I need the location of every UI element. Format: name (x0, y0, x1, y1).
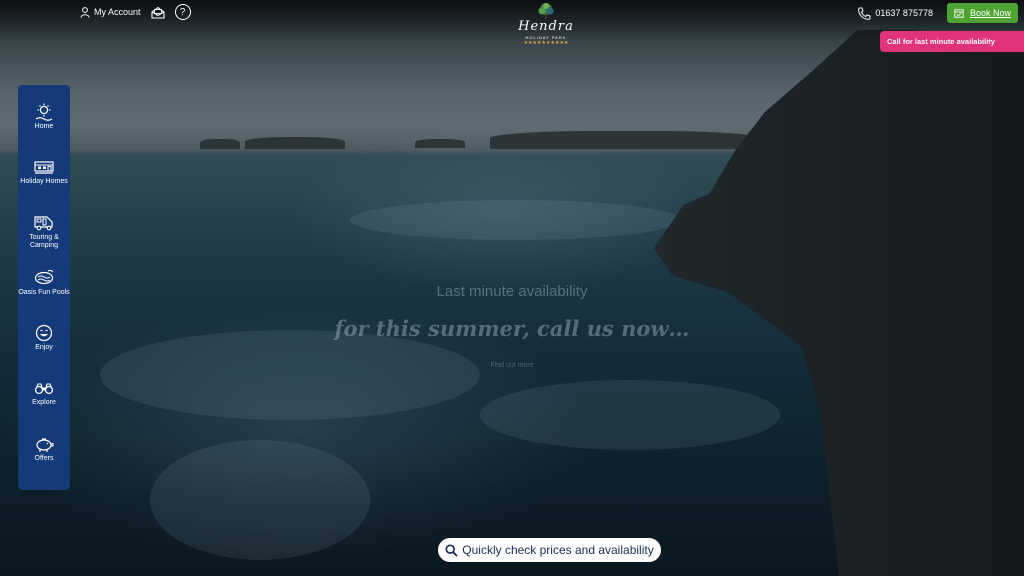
calendar-icon (954, 9, 964, 18)
book-now-label: Book Now (969, 8, 1011, 18)
cliff-shading (654, 30, 1024, 576)
last-minute-banner-text: Call for last minute availability (887, 37, 995, 46)
binoculars-icon (34, 383, 54, 395)
hero-find-out-more-link[interactable]: Find out more (0, 362, 1024, 369)
distant-headland (245, 137, 345, 149)
motorhome-icon (34, 215, 53, 230)
sidebar-item-home[interactable]: Home (18, 103, 70, 158)
logo-wordmark: Hendra (518, 19, 574, 34)
sidebar-item-label: Explore (32, 399, 56, 407)
wave-foam (350, 200, 680, 240)
check-prices-label: Quickly check prices and availability (462, 543, 654, 557)
help-button[interactable]: ? (174, 4, 191, 20)
hero-script-subtitle: for this summer, call us now… (334, 316, 690, 341)
hendra-logo[interactable]: Hendra HOLIDAY PARK ★★★★★★★★★★ (496, 2, 596, 46)
sidebar-item-label: Offers (34, 454, 54, 462)
distant-headland (200, 139, 240, 149)
book-now-button[interactable]: Book Now (946, 3, 1018, 23)
sidebar-item-explore[interactable]: Explore (18, 379, 70, 434)
phone-icon (858, 7, 871, 20)
home-icon (35, 103, 53, 121)
wave-foam (100, 330, 480, 420)
distant-headland (490, 131, 760, 149)
user-icon (80, 6, 90, 18)
distant-headland (415, 139, 465, 148)
help-icon: ? (174, 4, 191, 20)
my-account-label: My Account (94, 7, 141, 17)
last-minute-banner[interactable]: Call for last minute availability (880, 31, 1024, 52)
sidebar-item-label: Home (34, 123, 54, 130)
check-prices-button[interactable]: Quickly check prices and availability (438, 538, 661, 562)
wave-foam (480, 380, 780, 450)
newsletter-button[interactable] (150, 6, 165, 19)
envelope-open-icon (150, 6, 165, 19)
header-utility-links: My Account ? (80, 4, 191, 20)
header-actions: 01637 875778 Book Now (857, 3, 1018, 23)
phone-link[interactable]: 01637 875778 (857, 7, 933, 20)
phone-number: 01637 875778 (875, 8, 933, 18)
sidebar-item-offers[interactable]: Offers (18, 435, 70, 490)
piggy-bank-icon (36, 438, 54, 452)
my-account-link[interactable]: My Account (80, 6, 141, 18)
sidebar-item-label: Touring & Camping (29, 233, 59, 250)
wave-foam (150, 440, 370, 560)
search-icon (445, 543, 458, 557)
sidebar-item-label: Enjoy (35, 344, 53, 352)
sidebar-item-holiday-homes[interactable]: Holiday Homes (18, 158, 70, 213)
logo-stars: ★★★★★★★★★★ (523, 40, 569, 46)
hero-title: Last minute availability (436, 283, 588, 300)
sidebar-item-touring-camping[interactable]: Touring & Camping (18, 214, 70, 269)
caravan-icon (34, 161, 54, 174)
sidebar-item-label: Holiday Homes (20, 178, 68, 186)
